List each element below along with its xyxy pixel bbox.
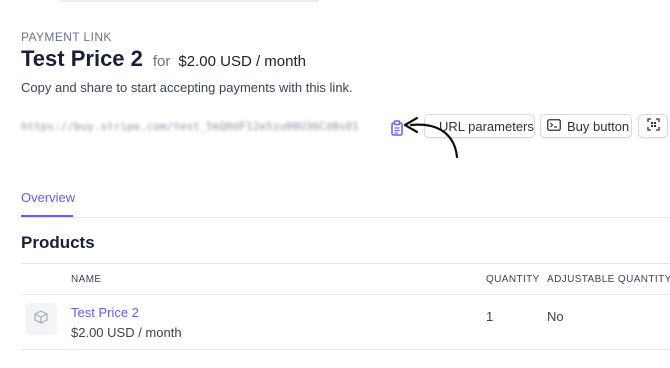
table-top-divider [21, 263, 670, 264]
buy-button-label: Buy button [567, 118, 630, 134]
top-divider [60, 0, 318, 2]
title-for-text: for [152, 53, 171, 70]
table-header-divider [21, 294, 670, 295]
table-bottom-divider [21, 349, 670, 350]
product-name-link[interactable]: Test Price 2 [71, 305, 139, 320]
products-heading: Products [21, 233, 95, 252]
product-price: $2.00 USD / month [71, 325, 182, 340]
column-header-name: NAME [71, 274, 102, 285]
qr-code-icon [646, 118, 660, 134]
url-parameters-label: URL parameters [439, 118, 534, 134]
product-adjustable-quantity: No [547, 309, 564, 324]
qr-code-button[interactable] [638, 114, 668, 138]
title-row: Test Price 2 for $2.00 USD / month [21, 46, 306, 72]
page-title: Test Price 2 [21, 46, 143, 71]
buy-button-button[interactable]: Buy button [540, 114, 632, 138]
product-quantity: 1 [486, 309, 494, 324]
column-header-quantity: QUANTITY [486, 274, 540, 285]
clipboard-icon[interactable] [390, 120, 404, 136]
payment-link-url[interactable]: https://buy.stripe.com/test_5kQ0dF12e5zu… [21, 120, 386, 133]
tabs-divider [21, 217, 670, 218]
code-window-icon [547, 118, 567, 134]
page-subtitle: Copy and share to start accepting paymen… [21, 80, 353, 95]
product-thumbnail [25, 303, 57, 335]
page-kicker: PAYMENT LINK [21, 30, 112, 44]
title-price: $2.00 USD / month [178, 53, 306, 70]
tab-overview[interactable]: Overview [21, 190, 75, 205]
column-header-adjustable-quantity: ADJUSTABLE QUANTITY [547, 274, 670, 285]
box-icon [34, 309, 48, 329]
url-parameters-button[interactable]: URL parameters [424, 114, 535, 138]
payment-link-row: https://buy.stripe.com/test_5kQ0dF12e5zu… [21, 114, 670, 140]
